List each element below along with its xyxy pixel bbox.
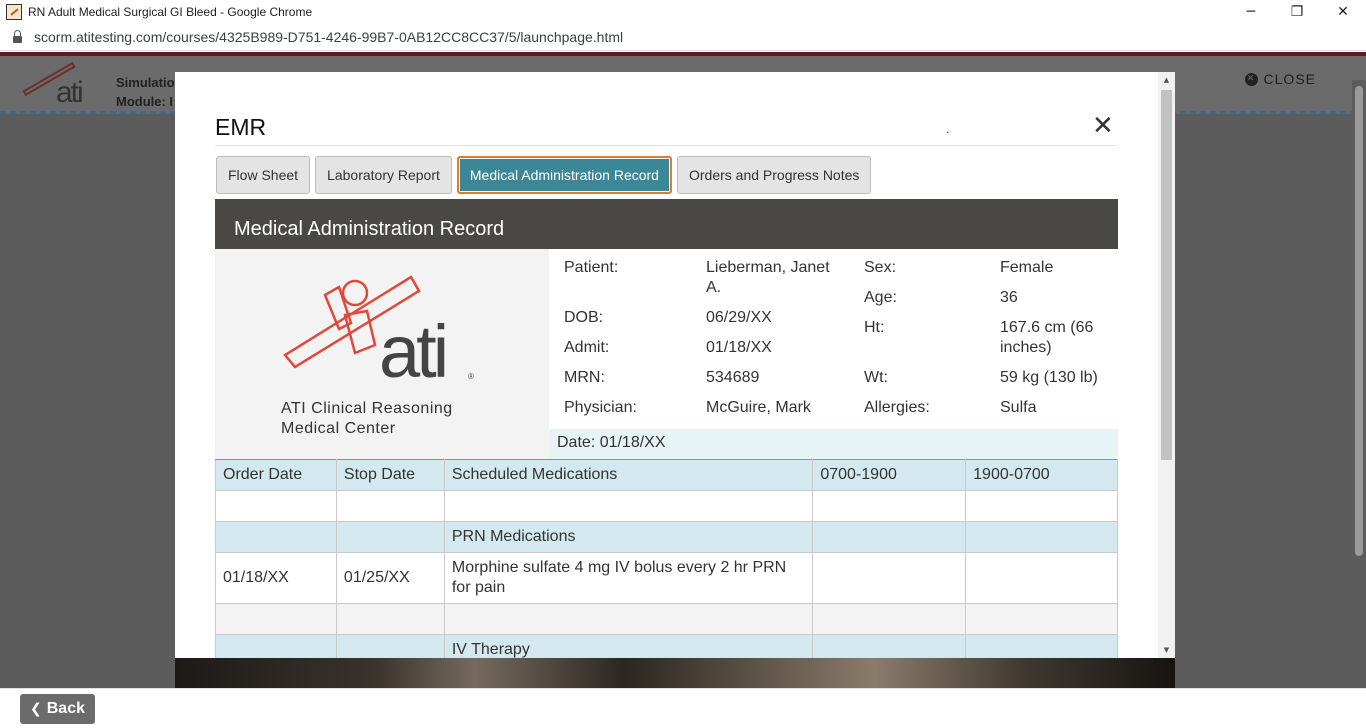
iv-therapy-section-label: IV Therapy [443, 634, 814, 658]
patient-value-line1: Lieberman, Janet [706, 259, 830, 276]
table-row [215, 490, 1118, 522]
record-title: Medical Administration Record [215, 199, 1118, 249]
site-favicon-icon [6, 3, 22, 20]
background-photo [175, 658, 1175, 688]
address-bar[interactable]: scorm.atitesting.com/courses/4325B989-D7… [0, 23, 1366, 51]
table-row: 01/18/XX 01/25/XX Morphine sulfate 4 mg … [215, 552, 1118, 604]
mrn-label: MRN: [564, 369, 605, 386]
hospital-name: ATI Clinical Reasoning Medical Center [281, 399, 453, 439]
record-date: Date: 01/18/XX [557, 434, 666, 451]
ati-clinical-logo-icon: ati ® [283, 275, 474, 393]
age-label: Age: [864, 289, 897, 306]
modal-close-icon[interactable]: ✕ [1092, 112, 1114, 140]
order-date-cell: 01/18/XX [215, 552, 337, 604]
header-scheduled-medications: Scheduled Medications [443, 459, 814, 491]
close-window-button[interactable]: ✕ [1320, 0, 1366, 23]
url-text[interactable]: scorm.atitesting.com/courses/4325B989-D7… [34, 29, 623, 45]
emr-tabs: Flow Sheet Laboratory Report Medical Adm… [216, 156, 876, 194]
allergies-value: Sulfa [1000, 399, 1037, 416]
scroll-down-icon[interactable]: ▼ [1158, 642, 1175, 658]
tab-laboratory-report[interactable]: Laboratory Report [315, 156, 452, 194]
modal-scrollbar[interactable]: ▲ ▼ [1158, 72, 1175, 658]
medication-line2: for pain [451, 579, 506, 596]
iv-therapy-section-row: IV Therapy [215, 634, 1118, 658]
age-value: 36 [1000, 289, 1018, 306]
header-order-date: Order Date [215, 459, 337, 491]
prn-section-label: PRN Medications [443, 521, 814, 553]
back-label: Back [46, 700, 85, 717]
hospital-name-line2: Medical Center [281, 420, 396, 437]
emr-modal: EMR . ✕ Flow Sheet Laboratory Report Med… [175, 72, 1175, 658]
patient-label: Patient: [564, 259, 619, 276]
close-circle-icon: ✕ [1244, 72, 1258, 86]
patient-info-block: ati ® ATI Clinical Reasoning Medical Cen… [215, 249, 1118, 459]
simulation-line: Simulatio [116, 75, 175, 90]
modal-scrollbar-thumb[interactable] [1161, 90, 1172, 460]
browser-titlebar: RN Adult Medical Surgical GI Bleed - Goo… [0, 0, 1366, 23]
close-simulation-button[interactable]: ✕ CLOSE [1244, 71, 1316, 87]
weight-label: Wt: [864, 369, 888, 386]
height-label: Ht: [864, 319, 885, 336]
tab-medical-administration-record[interactable]: Medical Administration Record [456, 156, 672, 194]
modal-title: EMR [215, 114, 267, 140]
patient-value-line2: A. [706, 279, 722, 296]
chevron-left-icon: ❮ [30, 701, 42, 717]
physician-label: Physician: [564, 399, 637, 416]
lock-icon[interactable] [13, 29, 22, 43]
stop-date-cell: 01/25/XX [335, 552, 445, 604]
medication-line1: Morphine sulfate 4 mg IV bolus every 2 h… [451, 559, 787, 576]
dob-value: 06/29/XX [706, 309, 772, 326]
page-scrollbar[interactable] [1352, 80, 1366, 680]
tab-flow-sheet[interactable]: Flow Sheet [216, 156, 311, 194]
dob-label: DOB: [564, 309, 604, 326]
window-title: RN Adult Medical Surgical GI Bleed - Goo… [28, 4, 313, 19]
medication-cell: Morphine sulfate 4 mg IV bolus every 2 h… [443, 552, 814, 604]
admit-value: 01/18/XX [706, 339, 772, 356]
physician-value: McGuire, Mark [706, 399, 811, 416]
admit-label: Admit: [564, 339, 610, 356]
simulation-info: Simulatio Module: I [116, 73, 175, 111]
ati-logo-text: ati [56, 76, 84, 109]
restore-button[interactable]: ❐ [1274, 0, 1320, 23]
hospital-name-line1: ATI Clinical Reasoning [281, 400, 453, 417]
night-shift-cell[interactable] [965, 552, 1118, 604]
title-dot: . [946, 122, 950, 136]
height-value-line1: 167.6 cm (66 [1000, 319, 1094, 336]
scroll-up-icon[interactable]: ▲ [1158, 72, 1175, 88]
height-value-line2: inches) [1000, 339, 1052, 356]
medications-table: Order Date Stop Date Scheduled Medicatio… [215, 459, 1118, 658]
weight-value: 59 kg (130 lb) [1000, 369, 1098, 386]
sex-label: Sex: [864, 259, 897, 276]
svg-text:ati: ati [379, 310, 445, 393]
table-header-row: Order Date Stop Date Scheduled Medicatio… [215, 459, 1118, 491]
prn-section-row: PRN Medications [215, 521, 1118, 553]
bottom-bar: ❮ Back [0, 688, 1366, 728]
title-divider [215, 145, 1118, 146]
svg-text:®: ® [468, 372, 474, 381]
module-line: Module: I [116, 94, 174, 109]
sex-value: Female [1000, 259, 1054, 276]
header-day-shift: 0700-1900 [812, 459, 967, 491]
hospital-logo-block: ati ® ATI Clinical Reasoning Medical Cen… [215, 249, 549, 459]
header-stop-date: Stop Date [335, 459, 445, 491]
back-button[interactable]: ❮ Back [20, 694, 95, 724]
page-scrollbar-thumb[interactable] [1355, 86, 1363, 556]
day-shift-cell[interactable] [812, 552, 967, 604]
mar-panel: Medical Administration Record ati ® ATI … [215, 199, 1118, 658]
close-label: CLOSE [1263, 71, 1316, 87]
minimize-button[interactable]: ─ [1228, 0, 1274, 23]
tab-orders-progress-notes[interactable]: Orders and Progress Notes [676, 156, 872, 194]
mrn-value: 534689 [706, 369, 760, 386]
window-controls: ─ ❐ ✕ [1228, 0, 1366, 23]
table-row [215, 603, 1118, 635]
allergies-label: Allergies: [864, 399, 930, 416]
header-night-shift: 1900-0700 [965, 459, 1118, 491]
date-row: Date: 01/18/XX [549, 429, 1118, 459]
